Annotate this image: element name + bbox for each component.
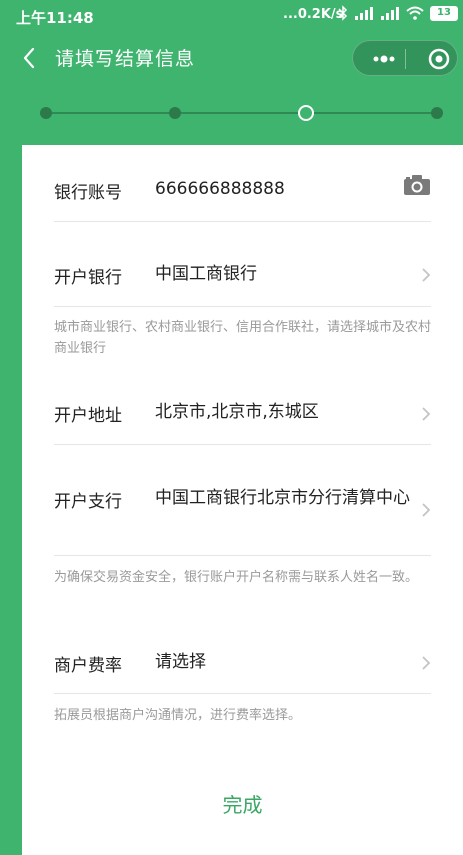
chevron-left-icon xyxy=(23,47,35,69)
chevron-right-icon xyxy=(422,656,431,670)
rate-row[interactable]: 商户费率 请选择 xyxy=(54,617,431,695)
step-1-dot xyxy=(40,107,52,119)
more-button[interactable] xyxy=(363,41,403,77)
close-mini-program-button[interactable] xyxy=(415,41,455,77)
target-close-icon xyxy=(428,48,450,70)
bank-value[interactable]: 中国工商银行 xyxy=(155,260,410,288)
divider xyxy=(54,221,431,222)
status-bar: 上午11:48 ...0.2K/s 13 xyxy=(0,0,463,34)
signal-icon-2 xyxy=(381,7,399,20)
battery-level: 13 xyxy=(437,6,451,18)
mini-program-capsule xyxy=(352,40,458,76)
capsule-divider xyxy=(405,49,406,69)
bank-hint: 城市商业银行、农村商业银行、信用合作联社，请选择城市及农村商业银行 xyxy=(54,320,432,356)
bank-row[interactable]: 开户银行 中国工商银行 xyxy=(54,223,431,307)
camera-icon[interactable] xyxy=(403,174,431,196)
settlement-form-card: 银行账号 666666888888 开户银行 中国工商银行 城市商业银行、农村商… xyxy=(22,145,463,855)
address-label: 开户地址 xyxy=(54,406,122,426)
branch-row[interactable]: 开户支行 中国工商银行北京市分行清算中心 xyxy=(54,445,431,557)
signal-icon xyxy=(355,7,373,20)
branch-label: 开户支行 xyxy=(54,492,122,512)
branch-hint: 为确保交易资金安全，银行账户开户名称需与联系人姓名一致。 xyxy=(54,570,419,585)
step-2-dot xyxy=(169,107,181,119)
step-4-dot xyxy=(431,107,443,119)
address-value[interactable]: 北京市,北京市,东城区 xyxy=(155,398,410,426)
back-button[interactable] xyxy=(18,44,42,72)
account-row[interactable]: 银行账号 666666888888 xyxy=(54,145,431,223)
wifi-icon xyxy=(406,6,424,20)
account-input[interactable]: 666666888888 xyxy=(155,175,410,203)
status-icons: 13 xyxy=(338,5,458,21)
branch-value[interactable]: 中国工商银行北京市分行清算中心 xyxy=(155,484,410,512)
more-dots-icon xyxy=(373,55,395,63)
rate-select[interactable]: 请选择 xyxy=(155,648,410,676)
divider xyxy=(54,693,431,694)
divider xyxy=(54,555,431,556)
progress-steps xyxy=(0,95,463,131)
bluetooth-icon xyxy=(338,5,348,21)
rate-hint: 拓展员根据商户沟通情况，进行费率选择。 xyxy=(54,708,302,723)
chevron-right-icon xyxy=(422,407,431,421)
account-label: 银行账号 xyxy=(54,183,122,203)
chevron-right-icon xyxy=(422,503,431,517)
page-title: 请填写结算信息 xyxy=(55,48,196,70)
divider xyxy=(54,306,431,307)
nav-bar: 请填写结算信息 xyxy=(0,34,463,82)
address-row[interactable]: 开户地址 北京市,北京市,东城区 xyxy=(54,367,431,445)
step-3-current-dot xyxy=(298,105,314,121)
network-speed: ...0.2K/s xyxy=(283,7,344,22)
chevron-right-icon xyxy=(422,268,431,282)
battery-icon: 13 xyxy=(430,5,458,21)
bank-label: 开户银行 xyxy=(54,268,122,288)
progress-line xyxy=(46,112,438,114)
status-time: 上午11:48 xyxy=(16,9,94,27)
rate-label: 商户费率 xyxy=(54,656,122,676)
done-button[interactable]: 完成 xyxy=(22,785,463,825)
